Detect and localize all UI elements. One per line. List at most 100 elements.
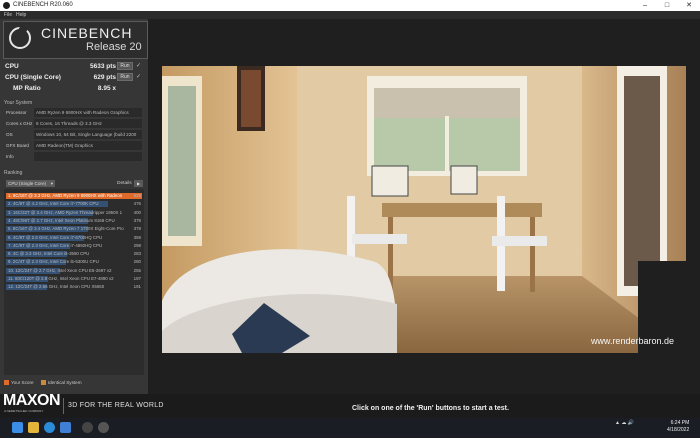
chevron-down-icon: ▾ [50,181,53,186]
score-label: CPU [5,63,19,70]
window-title: CINEBENCH R20.060 [13,2,73,8]
clock-time: 6:24 PM [670,420,690,426]
ranking-label: 8. 4C @ 3.3 GHz, Intel Core i5-3550 CPU [8,251,90,257]
system-key: Processor [6,110,27,115]
ranking-score: 400 [133,209,141,215]
maximize-icon[interactable]: □ [656,0,678,11]
system-key: GFX Board [6,143,29,148]
cinema4d-logo-icon [9,27,31,49]
ranking-label: 2. 4C/8T @ 4.2 GHz, Intel Core i7-7700K … [8,201,99,207]
file-explorer-icon[interactable] [28,422,39,433]
run-single-core-button[interactable]: Run [117,73,133,81]
details-toggle-button[interactable]: ▶ [134,180,143,187]
ranking-label: 6. 4C/8T @ 2.6 GHz, Intel Core i7-6700HQ… [8,234,103,240]
score-cpu-single: CPU (Single Core) 629 pts Run ✓ [5,73,143,82]
score-mp-ratio: MP Ratio 8.95 x [5,84,143,93]
ranking-label: 3. 16C/32T @ 3.4 GHz, AMD Ryzen Threadri… [8,209,123,215]
ranking-score: 191 [133,284,141,290]
status-message: Click on one of the 'Run' buttons to sta… [352,405,509,412]
close-icon[interactable]: ✕ [678,0,700,11]
store-icon[interactable] [60,422,71,433]
ranking-row[interactable]: 1. 8C/16T @ 3.3 GHz, AMD Ryzen 9 6900HX … [6,192,142,199]
ranking-row[interactable]: 11. 60C/120T @ 2.8 GHz, Intel Xeon CPU E… [6,275,142,282]
ranking-score: 280 [133,259,141,265]
obs-icon[interactable] [82,422,93,433]
ranking-score: 378 [133,226,141,232]
ranking-score: 298 [133,242,141,248]
title-bar: CINEBENCH R20.060 – □ ✕ [0,0,700,11]
ranking-score: 629 [133,193,141,198]
menu-help[interactable]: Help [16,12,26,18]
ranking-label: 12. 12C/24T @ 2.66 GHz, Intel Xeon CPU X… [8,284,105,290]
ranking-label: 4. 48C/96T @ 2.7 GHz, Intel Xeon Platinu… [8,217,115,223]
system-value: AMD Ryzen 9 6900HX with Radeon Graphics [34,108,142,117]
ranking-row[interactable]: 9. 2C/4T @ 2.3 GHz, Intel Core i5-5300U … [6,258,142,266]
run-cpu-button[interactable]: Run [117,62,133,70]
ranking-label: 11. 60C/120T @ 2.8 GHz, Intel Xeon CPU E… [8,276,114,281]
system-value: Windows 10, 64 Bit, Single Language (bui… [34,130,142,139]
score-value: 8.95 x [97,85,116,92]
info-field[interactable] [34,152,142,161]
ranking-row[interactable]: 3. 16C/32T @ 3.4 GHz, AMD Ryzen Threadri… [6,209,142,216]
your-score-swatch [4,380,9,386]
system-key: Info [6,154,14,159]
system-row-cores: Cores x GHz 8 Cores, 16 Threads @ 3.3 GH… [4,119,144,128]
app-icon [3,2,10,9]
ranking-row[interactable]: 5. 8C/16T @ 3.4 GHz, AMD Ryzen 7 1700X E… [6,225,142,233]
ranking-row[interactable]: 6. 4C/8T @ 2.6 GHz, Intel Core i7-6700HQ… [6,234,142,241]
score-value: 5633 pts [89,63,116,70]
ranking-select[interactable]: CPU (Single Core) ▾ [6,180,55,187]
your-score-label: Your Score [11,380,34,385]
ranking-row[interactable]: 2. 4C/8T @ 4.2 GHz, Intel Core i7-7700K … [6,200,142,208]
ranking-score: 283 [133,251,141,257]
ranking-header: Ranking [4,170,23,176]
divider [63,398,64,414]
maxon-subtitle: A NEMETSCHEK COMPANY [4,409,44,413]
edge-icon[interactable] [44,422,55,433]
identical-system-swatch [40,380,46,386]
ranking-row[interactable]: 12. 12C/24T @ 2.66 GHz, Intel Xeon CPU X… [6,283,142,291]
ranking-score: 476 [133,201,141,207]
ranking-label: 7. 4C/8T @ 2.3 GHz, Intel Core i7-4850HQ… [8,242,103,248]
tagline: 3D FOR THE REAL WORLD [68,402,164,409]
ranking-score: 197 [133,276,141,281]
render-watermark: www.renderbaron.de [590,336,674,346]
system-value: AMD Radeon(TM) Graphics [34,141,142,150]
ranking-row[interactable]: 10. 12C/24T @ 2.7 GHz, Intel Xeon CPU E5… [6,267,142,274]
minimize-icon[interactable]: – [634,0,656,11]
details-label: Details [117,181,132,186]
system-value: 8 Cores, 16 Threads @ 3.3 GHz [34,119,142,128]
cinebench-taskbar-icon[interactable] [98,422,109,433]
score-label: CPU (Single Core) [5,74,61,81]
system-row-processor: Processor AMD Ryzen 9 6900HX with Radeon… [4,108,144,117]
system-row-os: OS Windows 10, 64 Bit, Single Language (… [4,130,144,139]
identical-system-label: Identical System [47,380,82,385]
maxon-logo: MAXON [3,392,61,409]
checkmark-icon: ✓ [135,74,141,80]
ranking-row[interactable]: 8. 4C @ 3.3 GHz, Intel Core i5-3550 CPU 2… [6,250,142,258]
ranking-score: 255 [133,267,141,273]
system-key: OS [6,132,13,137]
ranking-list[interactable]: 1. 8C/16T @ 3.3 GHz, AMD Ryzen 9 6900HX … [4,189,144,375]
your-system-header: Your System [4,100,33,106]
ranking-score: 359 [133,234,141,240]
score-value: 629 pts [93,74,116,81]
ranking-label: 1. 8C/16T @ 3.3 GHz, AMD Ryzen 9 6900HX … [8,193,123,198]
system-key: Cores x GHz [6,121,33,126]
taskbar-clock[interactable]: 6:24 PM 4/18/2022 [667,420,689,434]
ranking-label: 5. 8C/16T @ 3.4 GHz, AMD Ryzen 7 1700X E… [8,226,124,232]
logo-release: Release 20 [86,41,142,53]
checkmark-icon: ✓ [135,63,141,69]
ranking-score: 379 [133,217,141,223]
score-cpu: CPU 5633 pts Run ✓ [5,62,143,71]
menu-bar: File Help [0,11,700,19]
system-row-info: Info [4,152,144,161]
start-icon[interactable] [12,422,23,433]
system-tray[interactable]: ▲ ☁ 🔊 [615,420,634,426]
ranking-row[interactable]: 7. 4C/8T @ 2.3 GHz, Intel Core i7-4850HQ… [6,242,142,249]
ranking-label: 9. 2C/4T @ 2.3 GHz, Intel Core i5-5300U … [8,259,99,265]
menu-file[interactable]: File [4,12,12,18]
logo-name: CINEBENCH [41,25,133,41]
ranking-row[interactable]: 4. 48C/96T @ 2.7 GHz, Intel Xeon Platinu… [6,217,142,224]
ranking-legend: Your Score Identical System [4,380,82,386]
